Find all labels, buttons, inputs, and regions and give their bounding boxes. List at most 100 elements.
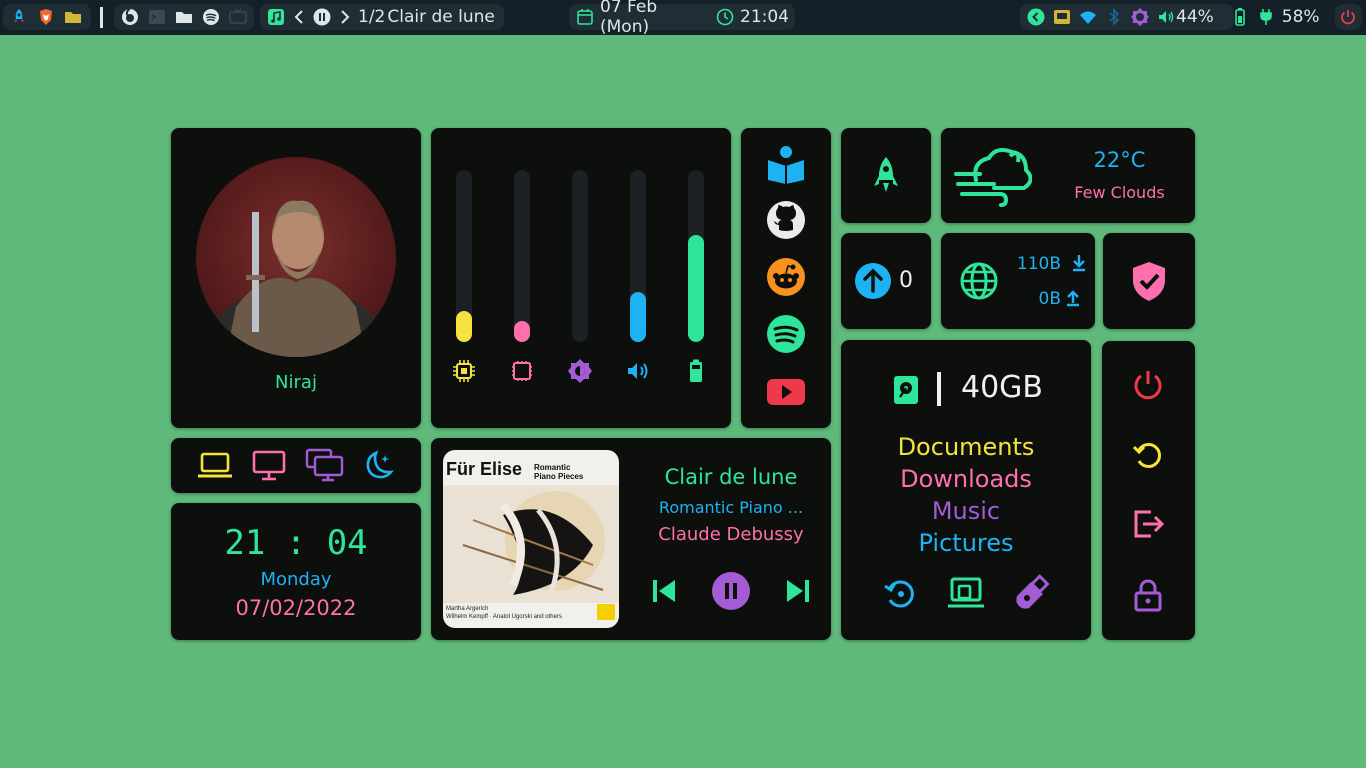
- cover-title: Für Elise: [446, 459, 523, 479]
- avatar: [196, 157, 396, 357]
- track-position: 1/2: [358, 7, 386, 27]
- app-launcher-card: [741, 128, 831, 428]
- launcher-group: [3, 4, 91, 30]
- battery-slider[interactable]: [688, 170, 704, 342]
- next-icon[interactable]: [338, 7, 352, 27]
- github-icon[interactable]: [765, 199, 807, 241]
- volume-icon[interactable]: [1156, 7, 1176, 27]
- lock-icon[interactable]: [1131, 578, 1165, 612]
- security-card[interactable]: [1103, 233, 1195, 329]
- separator: [100, 7, 103, 28]
- globe-icon: [959, 261, 999, 301]
- update-arrow-icon: [854, 262, 892, 300]
- pause-icon[interactable]: [312, 7, 332, 27]
- storage-separator: [937, 372, 941, 406]
- cpu-icon: [451, 358, 477, 384]
- ram-icon: [509, 358, 535, 384]
- battery-icon[interactable]: [1230, 7, 1250, 27]
- skip-previous-icon[interactable]: [651, 577, 677, 605]
- charging-plug-icon: [1256, 7, 1276, 27]
- collapse-tray-icon[interactable]: [1026, 7, 1046, 27]
- clock-time: 21 : 04: [224, 523, 368, 563]
- media-controls-bar: 1/2 Clair de lune: [260, 4, 504, 30]
- terminal-icon[interactable]: [147, 7, 167, 27]
- clock-card: 21 : 04 Monday 07/02/2022: [171, 503, 421, 640]
- wifi-icon[interactable]: [1078, 7, 1098, 27]
- reddit-icon[interactable]: [765, 256, 807, 298]
- bluetooth-icon[interactable]: [1104, 7, 1124, 27]
- hard-drive-icon: [893, 375, 919, 405]
- spotify-icon[interactable]: [201, 7, 221, 27]
- cpu-slider[interactable]: [456, 170, 472, 342]
- rocket-icon[interactable]: [9, 7, 29, 27]
- reader-icon[interactable]: [765, 142, 807, 184]
- folder-pictures[interactable]: Pictures: [841, 529, 1091, 557]
- ram-slider-fill: [514, 321, 530, 342]
- power-icon[interactable]: [1131, 368, 1165, 402]
- volume-slider-fill: [630, 292, 646, 342]
- launcher-card[interactable]: [841, 128, 931, 223]
- laptop-icon[interactable]: [197, 450, 233, 480]
- brave-browser-icon[interactable]: [36, 7, 56, 27]
- previous-icon[interactable]: [292, 7, 306, 27]
- cover-credits-line1: Martha Argerich: [446, 606, 489, 612]
- network-card: 110B 0B: [941, 233, 1095, 329]
- brightness-icon[interactable]: [1130, 7, 1150, 27]
- player-album: Romantic Piano ...: [658, 498, 804, 517]
- weather-description: Few Clouds: [1074, 183, 1165, 202]
- system-sliders-card: [431, 128, 731, 428]
- volume-slider[interactable]: [630, 170, 646, 342]
- cover-credits-line2: Wilhelm Kempff · Anatol Ugorski and othe…: [446, 614, 562, 620]
- upload-arrow-icon: [1065, 289, 1081, 307]
- system-tray: 44% 58%: [1020, 4, 1320, 30]
- updates-card[interactable]: 0: [841, 233, 931, 329]
- folder-downloads[interactable]: Downloads: [841, 465, 1091, 493]
- dual-monitor-icon[interactable]: [305, 448, 345, 482]
- clock-icon: [715, 7, 735, 27]
- night-mode-icon[interactable]: [361, 449, 395, 481]
- restart-icon[interactable]: [1131, 438, 1165, 472]
- album-cover: Für Elise Romantic Piano Pieces Martha A…: [443, 450, 619, 628]
- files-icon[interactable]: [174, 7, 194, 27]
- volume-icon: [625, 358, 651, 384]
- track-title: Clair de lune: [387, 7, 495, 27]
- ram-slider[interactable]: [514, 170, 530, 342]
- monitor-icon[interactable]: [251, 449, 287, 481]
- datetime-bar[interactable]: 07 Feb (Mon) 21:04: [569, 0, 795, 37]
- backup-restore-icon[interactable]: [883, 576, 917, 610]
- cpu-slider-fill: [456, 311, 472, 342]
- memory-icon[interactable]: [1052, 7, 1072, 27]
- battery-level: 58%: [1281, 7, 1320, 27]
- firefox-icon[interactable]: [120, 7, 140, 27]
- usb-drive-icon[interactable]: [1013, 574, 1051, 612]
- folder-music[interactable]: Music: [841, 497, 1091, 525]
- battery-slider-fill: [688, 235, 704, 342]
- youtube-icon[interactable]: [765, 370, 807, 412]
- cover-subtitle-line1: Romantic: [534, 463, 571, 472]
- mode-bar-card: [171, 438, 421, 493]
- weather-temperature: 22°C: [1093, 148, 1146, 172]
- brightness-icon: [567, 358, 593, 384]
- logout-icon[interactable]: [1131, 507, 1165, 541]
- brightness-slider[interactable]: [572, 170, 588, 342]
- storage-free: 40GB: [961, 370, 1044, 405]
- user-name: Niraj: [275, 372, 317, 393]
- power-icon[interactable]: [1338, 7, 1358, 27]
- rocket-icon[interactable]: [866, 154, 906, 198]
- skip-next-icon[interactable]: [785, 577, 811, 605]
- top-bar: 1/2 Clair de lune 07 Feb (Mon) 21:04 44%…: [0, 0, 1366, 37]
- storage-card: 40GB Documents Downloads Music Pictures: [841, 340, 1091, 640]
- play-pause-button[interactable]: [712, 572, 750, 610]
- shield-check-icon[interactable]: [1130, 260, 1168, 302]
- profile-card: Niraj: [171, 128, 421, 428]
- volume-level: 44%: [1176, 7, 1214, 27]
- remote-desktop-icon[interactable]: [947, 576, 985, 610]
- music-note-icon: [266, 7, 286, 27]
- folder-icon[interactable]: [63, 7, 83, 27]
- spotify-icon[interactable]: [765, 313, 807, 355]
- clock-day: Monday: [260, 569, 332, 590]
- wind-cloud-icon: [954, 142, 1032, 210]
- music-player-card: Für Elise Romantic Piano Pieces Martha A…: [431, 438, 831, 640]
- folder-documents[interactable]: Documents: [841, 433, 1091, 461]
- tv-icon[interactable]: [228, 7, 248, 27]
